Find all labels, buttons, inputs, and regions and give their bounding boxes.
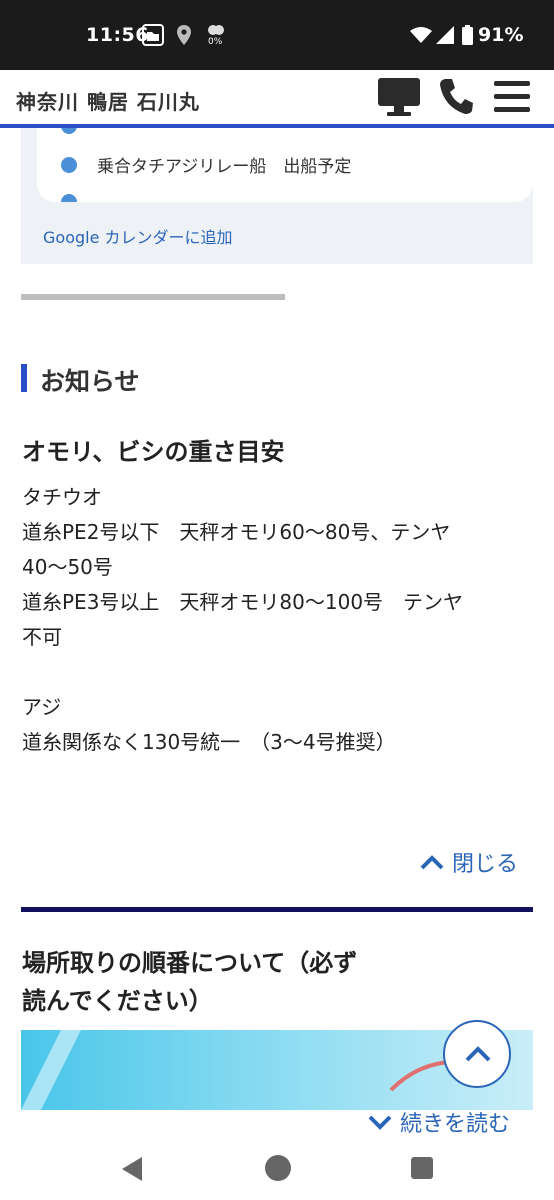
post-line: タチウオ: [22, 485, 102, 509]
close-label: 閉じる: [452, 852, 519, 877]
calendar-event-list: 乗合タチアジリレー船 出船予定: [37, 128, 533, 202]
divider: [21, 294, 285, 300]
menu-icon[interactable]: [494, 81, 530, 117]
calendar-event-partial: [61, 128, 97, 134]
post-line: [22, 655, 532, 690]
post-title-line: 場所取りの順番について（必ず: [22, 949, 358, 977]
section-accent-bar: [21, 364, 27, 392]
status-bar: 11:56 0% 91%: [0, 0, 554, 70]
post-line: 道糸関係なく130号統一 （3〜4号推奨）: [22, 730, 396, 754]
post-title: オモリ、ビシの重さ目安: [22, 438, 285, 466]
location-icon: [176, 24, 192, 50]
scroll-to-top-button[interactable]: [443, 1020, 511, 1088]
back-icon[interactable]: [120, 1156, 144, 1186]
section-heading: お知らせ: [40, 367, 140, 396]
cellular-signal-icon: [436, 26, 454, 48]
post-line: 道糸PE3号以上 天秤オモリ80〜100号 テンヤ: [22, 590, 464, 614]
read-more-button[interactable]: 続きを読む: [368, 1108, 510, 1136]
phone-icon[interactable]: [438, 77, 474, 119]
files-notification-icon: [142, 24, 164, 50]
post-line: 道糸PE2号以下 天秤オモリ60〜80号、テンヤ: [22, 520, 451, 544]
add-to-google-calendar-link[interactable]: Google カレンダーに追加: [43, 224, 233, 248]
calendar-event[interactable]: 乗合タチアジリレー船 出船予定: [61, 152, 351, 177]
site-header: 神奈川 鴨居 石川丸: [0, 70, 554, 128]
post-title-line: 読んでください）: [22, 987, 213, 1015]
desktop-icon[interactable]: [376, 76, 422, 122]
chevron-down-icon: [368, 1114, 392, 1130]
post-title: 場所取りの順番について（必ず 読んでください）: [22, 944, 357, 1020]
chevron-up-icon: [420, 854, 444, 870]
site-title[interactable]: 神奈川 鴨居 石川丸: [16, 86, 200, 115]
post-line: 40〜50号: [22, 555, 113, 579]
event-dot-icon: [61, 156, 77, 173]
recents-icon[interactable]: [410, 1156, 434, 1184]
post-line: アジ: [22, 695, 62, 719]
calendar-widget: 乗合タチアジリレー船 出船予定 Google カレンダーに追加: [21, 128, 533, 264]
post-body: タチウオ 道糸PE2号以下 天秤オモリ60〜80号、テンヤ 40〜50号 道糸P…: [22, 480, 532, 760]
system-navigation-bar: [0, 1138, 554, 1200]
read-more-label: 続きを読む: [400, 1112, 511, 1136]
weather-text: 0%: [208, 37, 223, 47]
wifi-icon: [410, 27, 432, 47]
chevron-up-icon: [465, 1046, 491, 1066]
status-time: 11:56: [86, 24, 149, 46]
post-line: 不可: [22, 625, 62, 649]
battery-percent: 91%: [478, 24, 524, 46]
post-divider: [21, 907, 533, 912]
calendar-event-partial: [61, 194, 97, 202]
calendar-event-label: 乗合タチアジリレー船 出船予定: [97, 157, 352, 177]
home-icon[interactable]: [264, 1154, 292, 1186]
battery-icon: [462, 25, 473, 49]
event-dot-icon: [61, 194, 77, 202]
event-dot-icon: [61, 128, 77, 134]
close-post-button[interactable]: 閉じる: [420, 846, 518, 878]
